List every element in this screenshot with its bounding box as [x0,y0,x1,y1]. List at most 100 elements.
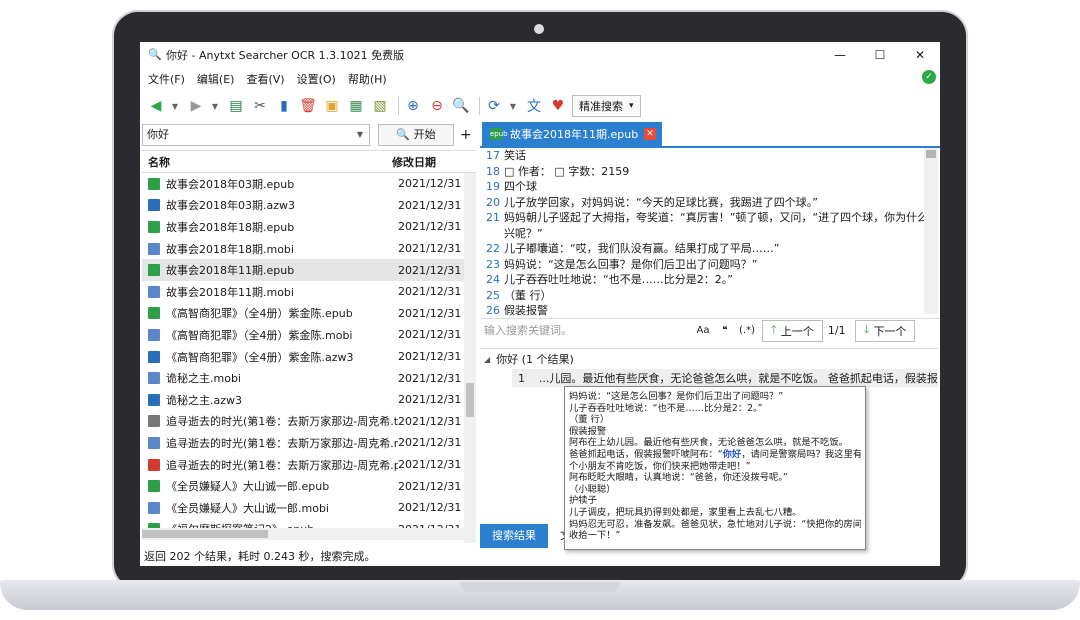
tab-search-results[interactable]: 搜索结果 [480,524,548,548]
file-row[interactable]: 诡秘之主.mobi 2021/12/31 2 [142,367,476,389]
menu-file[interactable]: 文件(F) [148,71,185,87]
back-arrow-icon[interactable]: ◀ [146,96,166,116]
document-preview: 17 笑话 18 □ 作者： □ 字数：2159 19 四个球 20 儿子放学回家，对妈妈说：… [480,148,938,316]
file-type-icon [148,199,160,212]
refresh-dropdown-icon[interactable]: ▼ [508,96,518,116]
search-mode-value: 精准搜索 [579,100,623,113]
excel-export-icon[interactable]: ▤ [226,96,246,116]
search-query: 你好 [147,128,169,141]
close-tab-icon[interactable]: ✕ [644,128,656,140]
file-list: 名称 修改日期 故事会2018年03期.epub 2021/12/31 2 故事会2… [142,150,476,543]
search-icon[interactable]: 🔍 [451,96,471,116]
line-number: 21 [486,211,500,224]
horizontal-scrollbar[interactable] [142,528,476,540]
line-number: 22 [486,242,500,255]
zoom-in-icon[interactable]: ⊕ [403,96,423,116]
heart-icon[interactable]: ♥ [548,96,568,116]
match-case-toggle[interactable]: Aa [692,325,714,336]
file-row[interactable]: 追寻逝去的时光(第1卷：去斯万家那边-周克希.txt 2021/12/31 2 [142,411,476,433]
regex-toggle[interactable]: (.*) [736,325,758,336]
column-name-header[interactable]: 名称 [142,154,392,170]
add-tab-button[interactable]: + [460,124,474,146]
menu-help[interactable]: 帮助(H) [348,71,387,87]
file-row[interactable]: 追寻逝去的时光(第1卷：去斯万家那边-周克希.pdf 2021/12/31 2 [142,454,476,476]
file-row[interactable]: 故事会2018年11期.mobi 2021/12/31 2 [142,281,476,303]
find-next-button[interactable]: 🡓 下一个 [854,319,916,342]
file-row[interactable]: 故事会2018年03期.epub 2021/12/31 2 [142,173,476,195]
file-row[interactable]: 《全员嫌疑人》大山诚一郎.mobi 2021/12/31 2 [142,497,476,519]
search-mode-select[interactable]: 精准搜索 ▾ [572,95,641,117]
document-line: 兴呢？” [480,226,938,242]
menu-bar: 文件(F) 编辑(E) 查看(V) 设置(O) 帮助(H) [140,68,940,90]
folder-icon[interactable]: ▣ [322,96,342,116]
start-search-button[interactable]: 🔍 开始 [378,124,454,146]
document-tab-bar: epub 故事会2018年11期.epub ✕ [480,120,940,148]
file-row[interactable]: 故事会2018年18期.mobi 2021/12/31 2 [142,238,476,260]
line-text: 笑话 [504,149,526,162]
find-count: 1/1 [827,324,846,337]
file-row[interactable]: 《高智商犯罪》（全4册）紫金陈.mobi 2021/12/31 2 [142,324,476,346]
chevron-down-icon: ▾ [629,101,634,111]
column-date-header[interactable]: 修改日期 [392,154,462,170]
vertical-scrollbar[interactable] [464,173,476,543]
translate-icon[interactable]: 文 [524,96,544,116]
cut-icon[interactable]: ✂ [250,96,270,116]
find-input[interactable]: 输入搜索关键词。 [480,320,692,342]
file-row[interactable]: 诡秘之主.azw3 2021/12/31 2 [142,389,476,411]
file-row[interactable]: 《高智商犯罪》（全4册）紫金陈.epub 2021/12/31 2 [142,303,476,325]
menu-edit[interactable]: 编辑(E) [197,71,235,87]
maximize-button[interactable]: ☐ [860,42,900,68]
file-row[interactable]: 故事会2018年11期.epub 2021/12/31 2 [142,259,476,281]
back-dropdown-icon[interactable]: ▼ [170,96,180,116]
export-icon[interactable]: ▧ [370,96,390,116]
file-row[interactable]: 故事会2018年03期.azw3 2021/12/31 2 [142,195,476,217]
file-row[interactable]: 《高智商犯罪》（全4册）紫金陈.azw3 2021/12/31 2 [142,346,476,368]
file-type-icon [148,220,160,233]
refresh-icon[interactable]: ⟳ [484,96,504,116]
file-date: 2021/12/31 2 [398,458,466,472]
file-row[interactable]: 故事会2018年18期.epub 2021/12/31 2 [142,216,476,238]
document-tab[interactable]: epub 故事会2018年11期.epub ✕ [482,122,662,146]
forward-dropdown-icon[interactable]: ▼ [210,96,220,116]
scrollbar-thumb[interactable] [142,530,268,538]
line-number [480,226,504,242]
close-button[interactable]: ✕ [900,42,940,68]
scrollbar-thumb[interactable] [926,150,936,158]
delete-icon[interactable]: 🗑 [298,96,318,116]
document-icon[interactable]: ▮ [274,96,294,116]
zoom-out-icon[interactable]: ⊖ [427,96,447,116]
file-type-icon [148,458,160,471]
find-prev-button[interactable]: 🡑 上一个 [762,319,823,342]
chevron-down-icon[interactable]: ▼ [357,125,363,145]
whole-word-toggle[interactable]: ❝ [714,325,736,336]
menu-settings[interactable]: 设置(O) [297,71,336,87]
menu-view[interactable]: 查看(V) [246,71,284,87]
scrollbar-thumb[interactable] [466,383,474,417]
file-row[interactable]: 《全员嫌疑人》大山诚一郎.epub 2021/12/31 2 [142,475,476,497]
file-date: 2021/12/31 2 [398,479,466,493]
file-date: 2021/12/31 2 [398,177,466,191]
online-status-icon: ✓ [922,70,936,84]
file-row[interactable]: 追寻逝去的时光(第1卷：去斯万家那边-周克希.m... 2021/12/31 2 [142,432,476,454]
document-scrollbar[interactable] [924,148,938,314]
file-name: 《全员嫌疑人》大山诚一郎.mobi [166,501,329,515]
line-text: 假装报警 [504,304,548,316]
toolbar-separator [479,97,480,115]
forward-arrow-icon[interactable]: ▶ [186,96,206,116]
file-name: 追寻逝去的时光(第1卷：去斯万家那边-周克希.txt [166,415,398,429]
document-lines: 17 笑话 18 □ 作者： □ 字数：2159 19 四个球 20 儿子放学回家，对妈妈说：… [480,148,938,316]
file-date: 2021/12/31 2 [398,263,466,277]
file-name: 追寻逝去的时光(第1卷：去斯万家那边-周克希.pdf [166,458,398,472]
toolbar: ◀ ▼ ▶ ▼ ▤ ✂ ▮ 🗑 ▣ ▦ ▧ ⊕ ⊖ 🔍 ⟳ ▼ 文 ♥ 精准搜索… [140,92,940,120]
file-type-icon [148,177,160,190]
result-item[interactable]: 1 ...儿园。最近他有些厌食，无论爸爸怎么哄，就是不吃饭。 爸爸抓起电话，假装… [512,369,938,387]
arrow-up-icon: 🡑 [771,323,777,336]
collapse-triangle-icon[interactable]: ◢ [484,355,490,364]
results-header[interactable]: ◢ 你好 (1 个结果) [480,349,938,369]
search-input[interactable]: 你好 ▼ [142,124,370,146]
minimize-button[interactable]: — [820,42,860,68]
line-text: （董 行） [504,288,552,302]
file-date: 2021/12/31 2 [398,328,466,342]
image-icon[interactable]: ▦ [346,96,366,116]
file-name: 《高智商犯罪》（全4册）紫金陈.epub [166,307,353,321]
